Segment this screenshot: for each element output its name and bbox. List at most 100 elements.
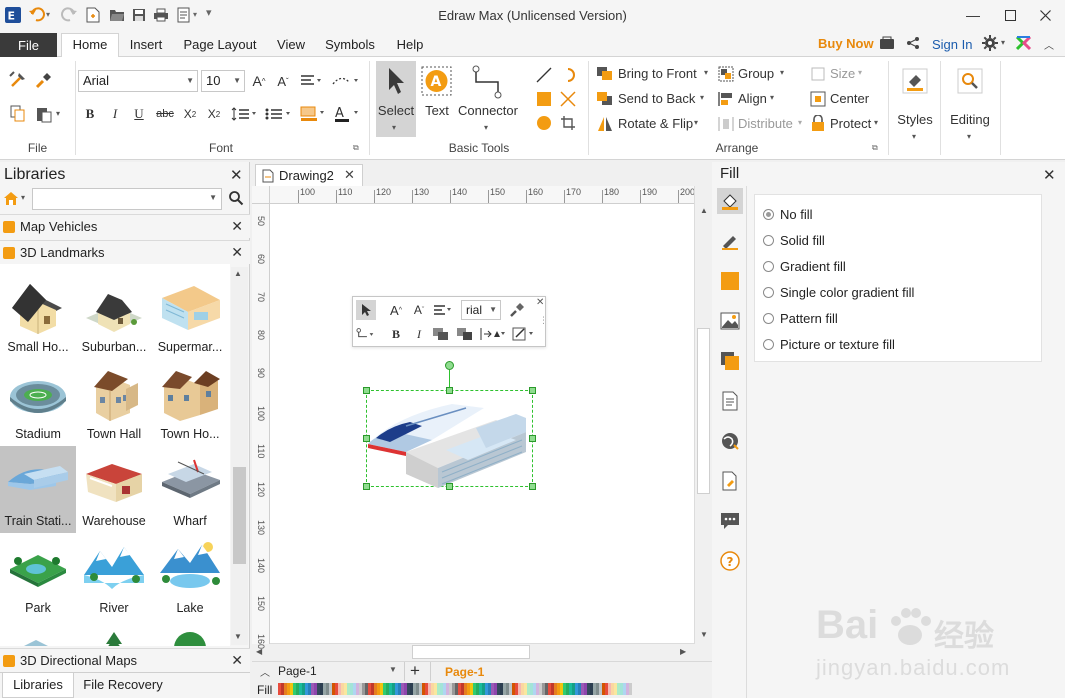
shadow-panel-button[interactable] — [717, 268, 743, 294]
close-category-icon[interactable]: ✕ — [231, 652, 243, 669]
superscript-button[interactable]: X2 — [205, 104, 223, 124]
fill-option-solid-fill[interactable]: Solid fill — [763, 230, 825, 250]
text-tool-button[interactable]: A Text — [420, 61, 454, 137]
protect-button[interactable]: Protect ▾ — [810, 114, 882, 134]
print-icon[interactable] — [150, 4, 172, 26]
scroll-down-icon[interactable]: ▼ — [700, 630, 708, 639]
line-shape-icon[interactable] — [534, 65, 554, 85]
library-category-3d-directional-maps[interactable]: 3D Directional Maps ✕ — [0, 648, 250, 672]
save-icon[interactable] — [128, 4, 150, 26]
settings-dropdown-icon[interactable]: ▾ — [1001, 38, 1005, 47]
new-document-icon[interactable] — [82, 4, 104, 26]
mini-font-select[interactable]: rial ▼ — [461, 300, 501, 320]
resize-handle-top-left[interactable] — [363, 387, 370, 394]
paste-icon[interactable] — [34, 103, 54, 125]
page-selector-dropdown-icon[interactable]: ▼ — [389, 665, 397, 674]
shape-small-house[interactable]: Small Ho... — [0, 272, 76, 359]
radio-button[interactable] — [763, 234, 774, 246]
resize-handle-top-right[interactable] — [529, 387, 536, 394]
mini-decrease-font-button[interactable]: Aˇ — [409, 300, 429, 320]
radio-button[interactable] — [763, 208, 774, 220]
open-folder-icon[interactable] — [106, 4, 128, 26]
color-swatches[interactable] — [278, 683, 632, 695]
close-mini-toolbar-icon[interactable]: ✕ — [536, 297, 544, 308]
distribute-button[interactable]: Distribute ▾ — [718, 114, 808, 134]
scroll-up-icon[interactable]: ▲ — [234, 269, 242, 278]
tab-help[interactable]: Help — [392, 36, 428, 56]
decrease-font-button[interactable]: Aˇ — [274, 71, 292, 91]
search-icon[interactable] — [228, 190, 244, 206]
send-to-back-dropdown-icon[interactable]: ▾ — [700, 93, 704, 102]
shape-partial[interactable] — [152, 620, 228, 646]
size-button[interactable]: Size ▾ — [810, 64, 872, 84]
library-home-dropdown-icon[interactable]: ▾ — [21, 193, 25, 202]
canvas-horizontal-scroll-thumb[interactable] — [412, 645, 530, 659]
rotate-flip-dropdown-icon[interactable]: ▾ — [694, 118, 698, 127]
bullet-list-icon[interactable] — [263, 104, 295, 124]
mini-distribute-icon[interactable] — [479, 324, 507, 344]
radio-button[interactable] — [763, 286, 774, 298]
undo-dropdown-icon[interactable]: ▾ — [46, 10, 50, 19]
resize-handle-bottom[interactable] — [446, 483, 453, 490]
close-category-icon[interactable]: ✕ — [231, 218, 243, 235]
font-dialog-launcher-icon[interactable]: ⧉ — [353, 143, 363, 153]
fill-option-single-color-gradient[interactable]: Single color gradient fill — [763, 282, 914, 302]
mini-text-background-icon[interactable] — [431, 324, 451, 344]
page-collapse-icon[interactable]: ︿ — [260, 664, 270, 679]
quick-access-customize-icon[interactable]: ▾ — [206, 6, 212, 19]
bring-to-front-dropdown-icon[interactable]: ▾ — [704, 68, 708, 77]
italic-button[interactable]: I — [106, 104, 124, 124]
align-button[interactable]: Align ▾ — [718, 89, 788, 109]
line-panel-button[interactable] — [717, 228, 743, 254]
line-style-icon[interactable] — [330, 71, 362, 91]
page-panel-button[interactable] — [717, 388, 743, 414]
cross-shape-icon[interactable] — [558, 89, 578, 109]
sign-in-link[interactable]: Sign In — [932, 37, 972, 52]
close-fill-panel-icon[interactable]: ✕ — [1043, 166, 1056, 184]
attachment-panel-button[interactable] — [717, 468, 743, 494]
shape-stadium[interactable]: Stadium — [0, 359, 76, 446]
mini-connector-icon[interactable] — [356, 324, 376, 344]
maximize-button[interactable] — [993, 2, 1027, 28]
tab-view[interactable]: View — [272, 36, 310, 56]
group-button[interactable]: Group ▾ — [718, 64, 788, 84]
fill-option-gradient-fill[interactable]: Gradient fill — [763, 256, 846, 276]
fill-option-no-fill[interactable]: No fill — [763, 204, 813, 224]
shape-river[interactable]: River — [76, 533, 152, 620]
fill-panel-button[interactable] — [717, 188, 743, 214]
radio-button[interactable] — [763, 312, 774, 324]
increase-font-button[interactable]: A ^ — [250, 71, 268, 91]
hyperlink-panel-button[interactable] — [717, 428, 743, 454]
editing-button[interactable]: Editing ▾ — [944, 61, 996, 153]
layer-panel-button[interactable] — [717, 348, 743, 374]
distribute-dropdown-icon[interactable]: ▾ — [798, 118, 802, 127]
redo-icon[interactable] — [58, 4, 80, 26]
active-page-tab[interactable]: Page-1 — [445, 665, 484, 679]
help-panel-button[interactable]: ? — [717, 548, 743, 574]
theme-colors-icon[interactable] — [1015, 35, 1032, 52]
resize-handle-top[interactable] — [446, 387, 453, 394]
connector-dropdown-icon[interactable]: ▾ — [484, 123, 488, 132]
shape-wharf[interactable]: Wharf — [152, 446, 228, 533]
tab-page-layout[interactable]: Page Layout — [180, 36, 260, 56]
close-libraries-icon[interactable]: ✕ — [230, 166, 243, 184]
undo-icon[interactable] — [26, 4, 48, 26]
fill-option-pattern-fill[interactable]: Pattern fill — [763, 308, 838, 328]
library-search-input[interactable]: ▼ — [32, 188, 222, 210]
shape-partial[interactable] — [0, 620, 76, 646]
canvas-vertical-scroll-thumb[interactable] — [697, 328, 710, 494]
select-tool-button[interactable]: Select ▾ — [376, 61, 416, 137]
crop-icon[interactable] — [558, 113, 578, 133]
image-panel-button[interactable] — [717, 308, 743, 334]
mini-bold-button[interactable]: B — [386, 324, 406, 344]
bring-to-front-button[interactable]: Bring to Front ▾ — [596, 64, 714, 84]
comment-panel-button[interactable] — [717, 508, 743, 534]
shape-lake[interactable]: Lake — [152, 533, 228, 620]
library-category-map-vehicles[interactable]: Map Vehicles ✕ — [0, 214, 250, 238]
editing-dropdown-icon[interactable]: ▾ — [967, 132, 971, 141]
radio-button[interactable] — [763, 260, 774, 272]
settings-gear-icon[interactable] — [982, 35, 998, 51]
rectangle-shape-icon[interactable] — [534, 89, 554, 109]
canvas-horizontal-scrollbar[interactable]: ◀ ▶ — [256, 643, 694, 660]
export-dropdown-icon[interactable]: ▾ — [193, 10, 197, 19]
